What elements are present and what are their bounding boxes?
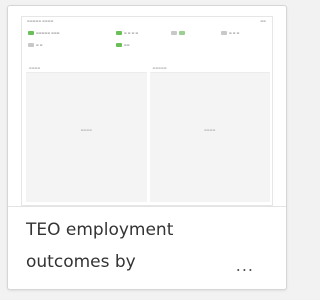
filter-swatch-icon (28, 31, 34, 35)
filter-chip: ▬▬▬▬▬ ▬▬▬ (28, 31, 60, 35)
card-divider (8, 206, 286, 207)
more-options-button[interactable]: ... (236, 256, 254, 275)
filter-chip: ▬ ▬ ▬ ▬ (116, 31, 138, 35)
sheet-card[interactable]: ▬▬▬▬▬ ▬▬▬▬ ▬▬ ▬▬▬▬▬ ▬▬▬ ▬ ▬ ▬ ▬ ▬ ▬ ▬ ▬ … (7, 5, 287, 290)
thumbnail-pane-left: ▬▬▬▬ ▬▬▬▬ (26, 66, 147, 202)
filter-swatch-icon (171, 31, 177, 35)
filter-chip: ▬ ▬ ▬ (221, 31, 239, 35)
card-title-line-2: outcomes by (26, 252, 136, 272)
thumbnail-corner-label: ▬▬ (260, 19, 266, 23)
filter-swatch-icon (28, 43, 34, 47)
filter-swatch-icon (221, 31, 227, 35)
filter-chip: ▬ ▬ (28, 43, 43, 47)
thumbnail-pane-right: ▬▬▬▬▬ ▬▬▬▬ (149, 66, 270, 202)
sheet-thumbnail: ▬▬▬▬▬ ▬▬▬▬ ▬▬ ▬▬▬▬▬ ▬▬▬ ▬ ▬ ▬ ▬ ▬ ▬ ▬ ▬ … (21, 16, 273, 206)
thumbnail-title-bar: ▬▬▬▬▬ ▬▬▬▬ (27, 19, 54, 23)
filter-chip: ▬▬ (116, 43, 130, 47)
thumbnail-panes: ▬▬▬▬ ▬▬▬▬ ▬▬▬▬▬ ▬▬▬▬ (26, 66, 270, 202)
card-title-line-1: TEO employment (26, 220, 174, 240)
thumbnail-filter-row: ▬▬▬▬▬ ▬▬▬ ▬ ▬ ▬ ▬ ▬ ▬ ▬ ▬ ▬ ▬▬ (26, 27, 270, 67)
filter-chip (171, 31, 185, 35)
filter-swatch-icon (116, 43, 122, 47)
filter-swatch-icon (116, 31, 122, 35)
filter-swatch-icon (179, 31, 185, 35)
